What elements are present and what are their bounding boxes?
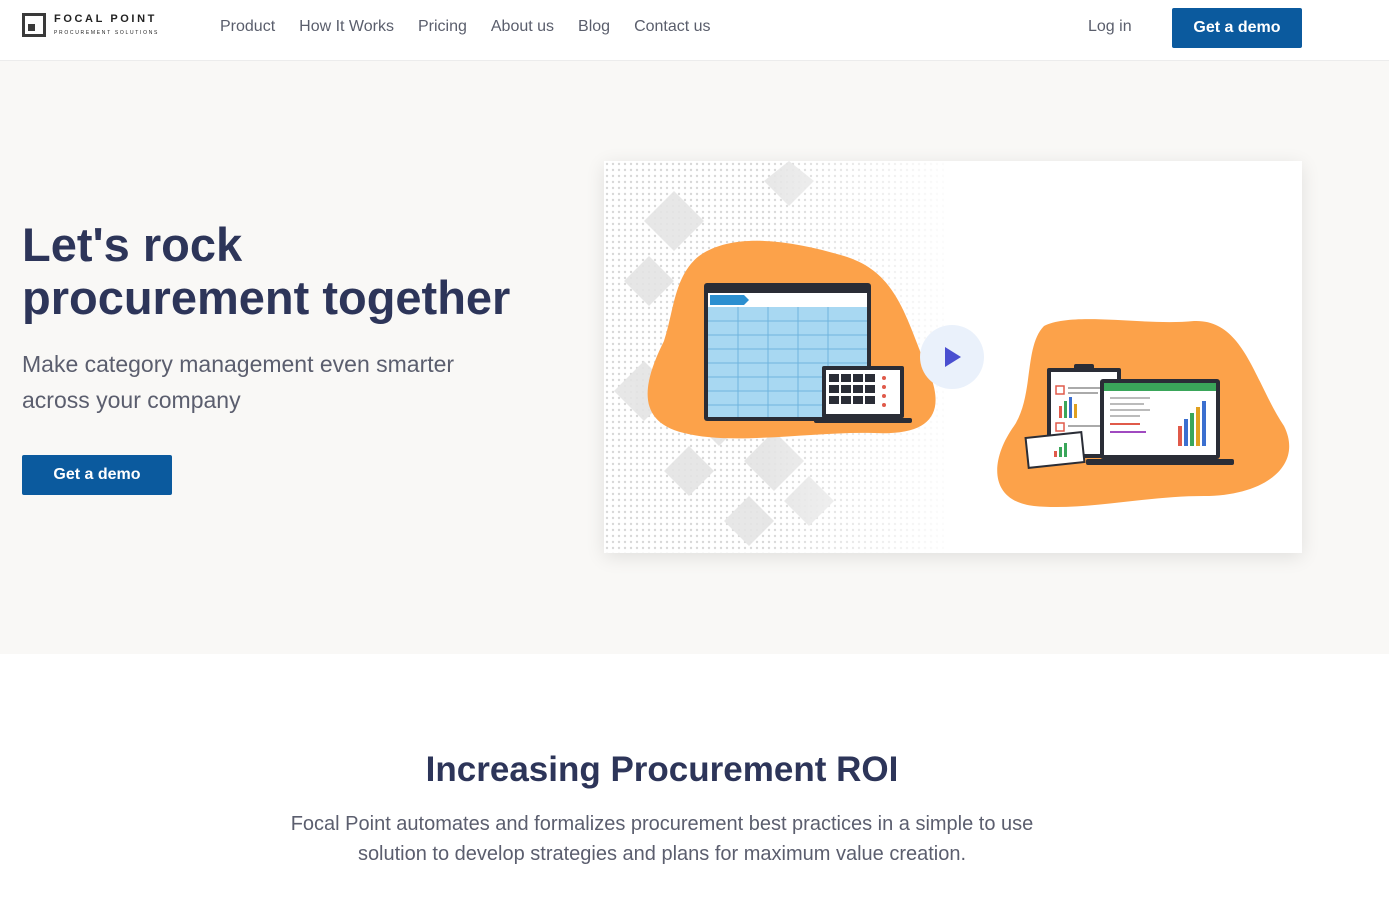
video-illustration	[604, 161, 1290, 553]
nav-link-how-it-works[interactable]: How It Works	[299, 18, 394, 36]
hero-get-demo-button[interactable]: Get a demo	[22, 455, 172, 495]
nav-links: Product How It Works Pricing About us Bl…	[220, 18, 711, 36]
login-link[interactable]: Log in	[1088, 18, 1132, 36]
logo-text: FOCAL POINT PROCUREMENT SOLUTIONS	[54, 13, 159, 36]
hero-title-line2: procurement together	[22, 271, 511, 324]
brand-logo[interactable]: FOCAL POINT PROCUREMENT SOLUTIONS	[22, 13, 159, 37]
nav-link-about-us[interactable]: About us	[491, 18, 554, 36]
top-nav: FOCAL POINT PROCUREMENT SOLUTIONS Produc…	[0, 0, 1389, 61]
nav-get-demo-button[interactable]: Get a demo	[1172, 8, 1302, 48]
nav-link-product[interactable]: Product	[220, 18, 275, 36]
video-thumbnail[interactable]	[604, 161, 1302, 553]
hero-title-line1: Let's rock	[22, 218, 243, 271]
roi-title: Increasing Procurement ROI	[425, 750, 899, 789]
hero-section: Let's rock procurement together Make cat…	[0, 61, 1389, 654]
roi-text: Focal Point automates and formalizes pro…	[290, 813, 1034, 865]
brand-name: FOCAL POINT	[54, 13, 157, 25]
nav-link-contact-us[interactable]: Contact us	[634, 18, 710, 36]
brand-tagline: PROCUREMENT SOLUTIONS	[54, 30, 160, 36]
hero-subtitle: Make category management even smarter ac…	[22, 351, 455, 413]
hero-title: Let's rock procurement together	[22, 218, 542, 324]
nav-link-pricing[interactable]: Pricing	[418, 18, 467, 36]
logo-mark-icon	[22, 13, 46, 37]
nav-link-blog[interactable]: Blog	[578, 18, 610, 36]
